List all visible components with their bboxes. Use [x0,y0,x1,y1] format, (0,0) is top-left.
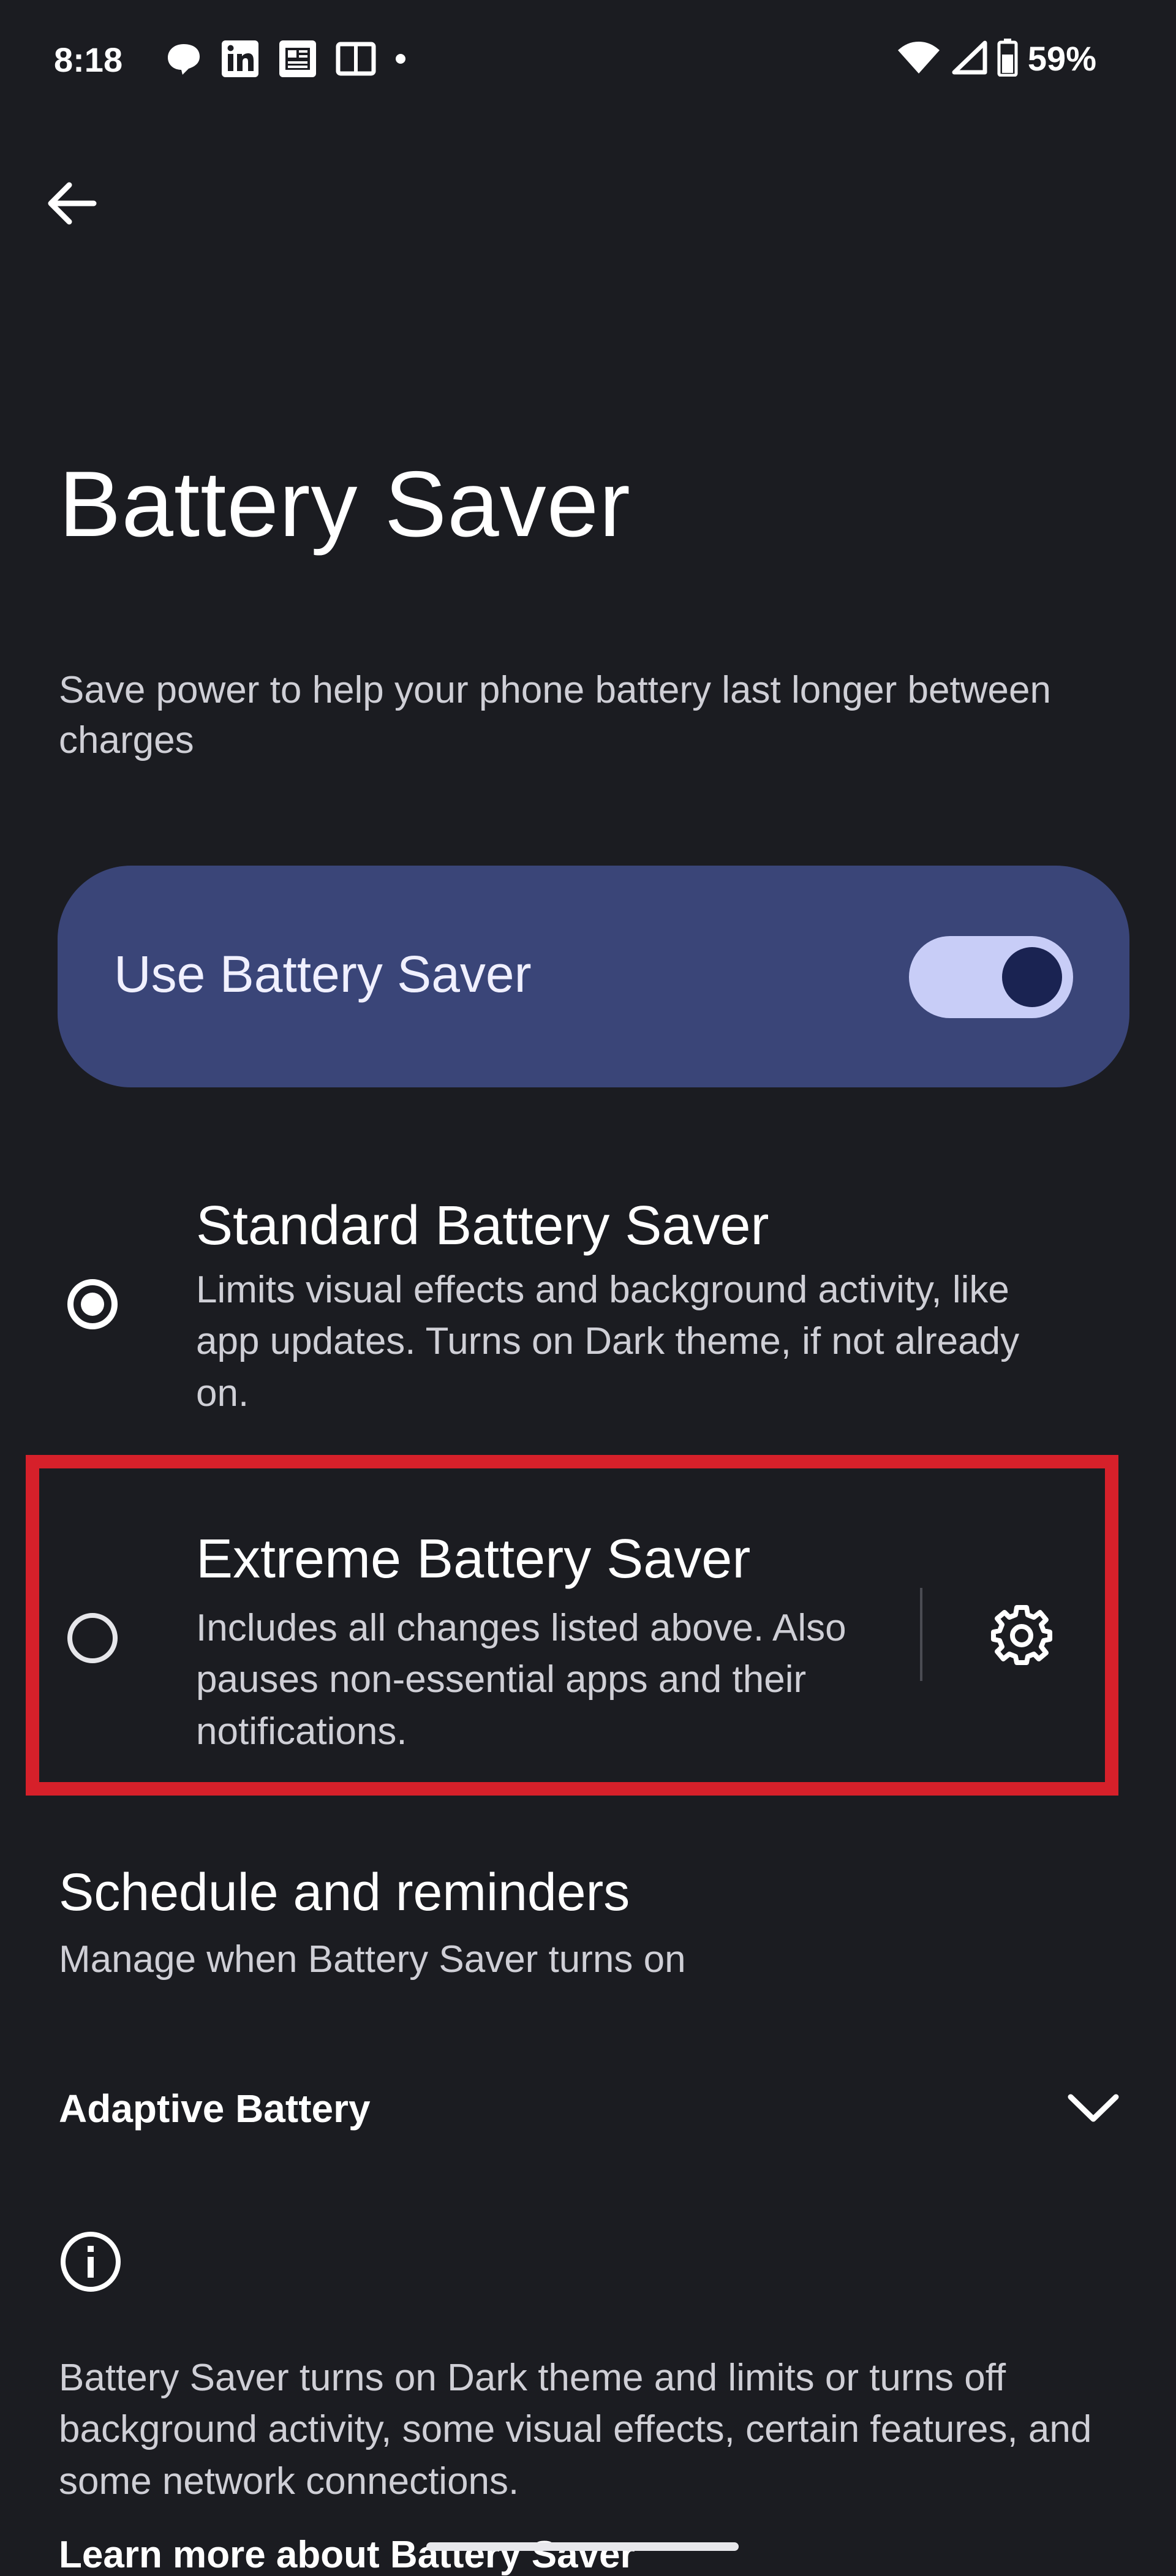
linkedin-icon [221,39,260,81]
cellular-signal-icon [951,40,987,78]
radio-selected-dot [81,1293,104,1316]
page-subtitle: Save power to help your phone battery la… [59,669,1051,761]
battery-icon [997,38,1018,80]
chevron-down-icon [1067,2092,1120,2127]
page-title: Battery Saver [59,452,631,556]
standard-option-title: Standard Battery Saver [196,1195,769,1256]
gesture-nav-bar[interactable] [426,2542,739,2551]
standard-option-description: Limits visual effects and background act… [196,1269,1020,1415]
back-button[interactable] [39,173,103,236]
wifi-icon [897,40,941,78]
use-battery-saver-toggle[interactable] [909,936,1073,1018]
toggle-knob [1002,947,1062,1007]
highlight-frame [26,1455,1118,1796]
adaptive-battery-expand[interactable] [1060,2076,1127,2143]
dot-icon [394,53,407,68]
battery-percent: 59% [1027,39,1096,78]
schedule-title: Schedule and reminders [59,1863,630,1922]
adaptive-battery-title: Adaptive Battery [59,2087,371,2131]
system-status: 59% [897,38,1096,80]
notification-icons [165,39,407,81]
info-icon [59,2230,123,2294]
battery-saver-info-text: Battery Saver turns on Dark theme and li… [59,2357,1092,2502]
schedule-subtitle: Manage when Battery Saver turns on [59,1938,686,1981]
status-time: 8:18 [54,40,123,79]
chat-bubble-icon [165,42,202,79]
book-icon [336,42,376,79]
back-arrow-icon [45,180,97,230]
use-battery-saver-label: Use Battery Saver [114,945,532,1003]
news-icon [278,39,317,81]
standard-radio-button[interactable] [67,1279,118,1329]
